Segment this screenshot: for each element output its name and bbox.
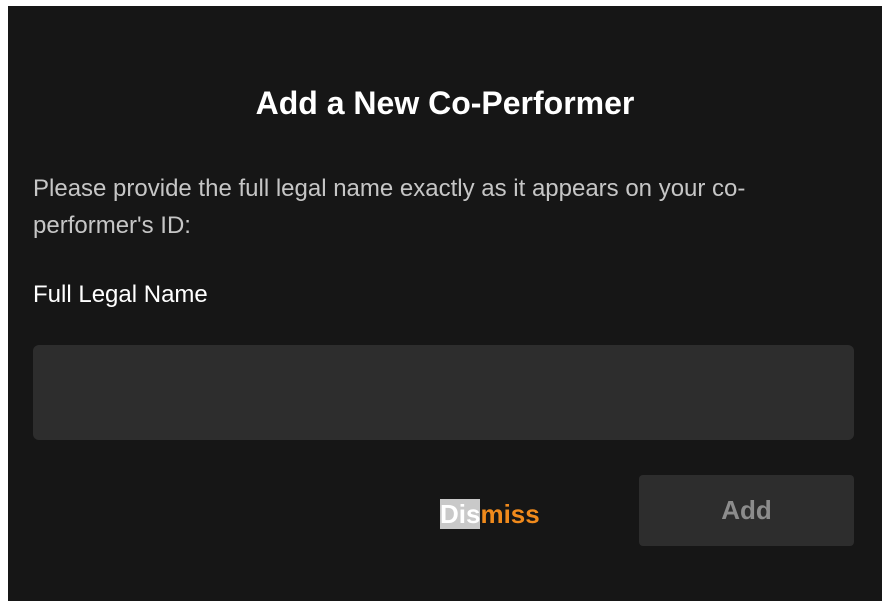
dialog-description: Please provide the full legal name exact…	[33, 175, 746, 239]
add-co-performer-dialog: Add a New Co-Performer Please provide th…	[8, 6, 882, 601]
full-legal-name-label: Full Legal Name	[33, 281, 208, 308]
add-button[interactable]: Add	[639, 475, 854, 546]
dialog-title: Add a New Co-Performer	[255, 85, 635, 121]
dismiss-button[interactable]: Dismiss	[440, 496, 540, 532]
dismiss-label-rest: miss	[480, 499, 540, 529]
full-legal-name-input[interactable]	[33, 345, 854, 440]
dismiss-selected-text: Dis	[440, 499, 481, 529]
